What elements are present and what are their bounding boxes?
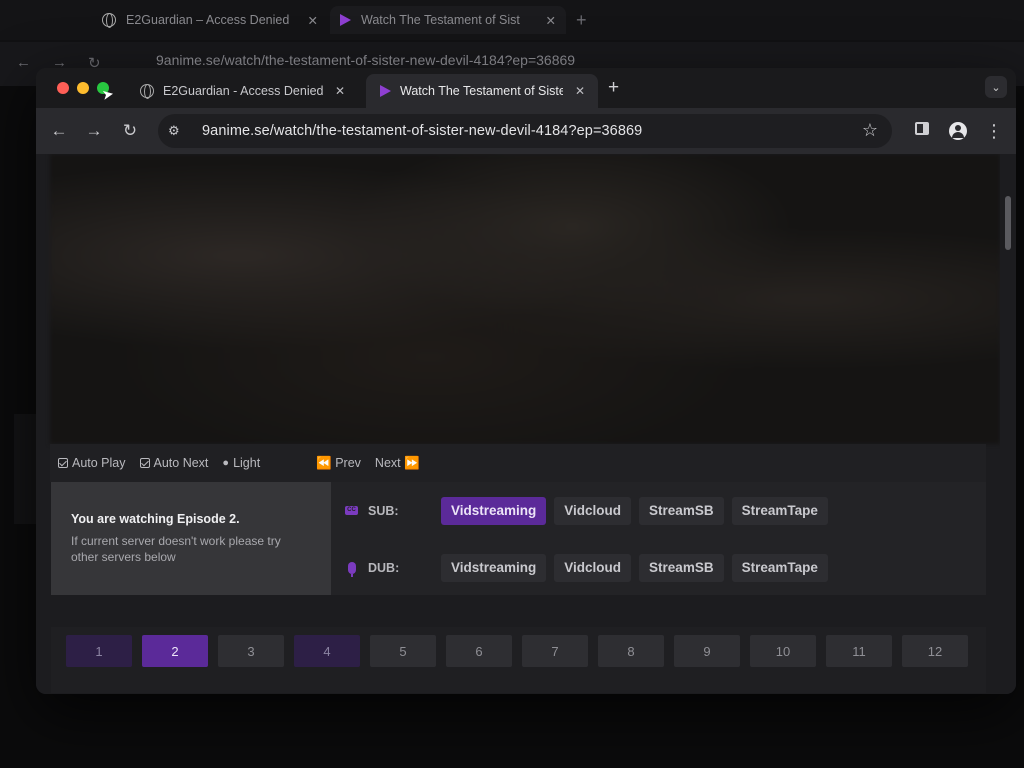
tab-strip: ➤ E2Guardian - Access Denied ✕ Watch The… [36, 68, 1016, 108]
episode-list: 1 2 3 4 5 6 7 8 9 10 11 12 [51, 627, 986, 693]
episode-button[interactable]: 2 [142, 635, 208, 667]
close-icon: ✕ [545, 13, 556, 28]
minimize-window-button[interactable] [77, 82, 89, 94]
episode-button[interactable]: 10 [750, 635, 816, 667]
globe-icon [140, 84, 154, 99]
site-settings-icon[interactable]: ⚙ [168, 123, 192, 139]
auto-play-toggle[interactable]: Auto Play [58, 456, 126, 470]
sub-server-streamsb[interactable]: StreamSB [639, 496, 724, 525]
dub-label: DUB: [345, 560, 441, 577]
tab-e2guardian[interactable]: E2Guardian - Access Denied ✕ [126, 74, 358, 108]
episode-button[interactable]: 12 [902, 635, 968, 667]
episode-button[interactable]: 3 [218, 635, 284, 667]
background-url: 9anime.se/watch/the-testament-of-sister-… [156, 52, 576, 68]
background-tab: Watch The Testament of Sist ✕ [330, 6, 566, 34]
episode-button[interactable]: 1 [66, 635, 132, 667]
sub-server-streamtape[interactable]: StreamTape [731, 496, 828, 525]
auto-next-toggle[interactable]: Auto Next [139, 456, 209, 470]
checkbox-icon [58, 458, 68, 468]
tab-search-button[interactable]: ⌄ [985, 76, 1007, 98]
mouse-cursor-icon: ➤ [100, 85, 115, 103]
dub-server-vidstreaming[interactable]: Vidstreaming [441, 553, 547, 582]
back-button[interactable]: ← [48, 120, 70, 142]
reload-button[interactable]: ↻ [119, 120, 141, 142]
dub-server-streamtape[interactable]: StreamTape [731, 553, 828, 582]
play-icon [380, 85, 391, 97]
server-panel: You are watching Episode 2. If current s… [51, 482, 986, 595]
sub-server-vidcloud[interactable]: Vidcloud [554, 496, 632, 525]
toolbar: ← → ↻ ⚙ 9anime.se/watch/the-testament-of… [36, 108, 1016, 154]
background-tab-title: Watch The Testament of Sist [361, 13, 520, 27]
prev-episode-button[interactable]: ⏪ Prev [316, 456, 361, 471]
dub-server-row: DUB: Vidstreaming Vidcloud StreamSB Stre… [345, 539, 986, 596]
background-tab-strip: E2Guardian – Access Denied ✕ Watch The T… [0, 0, 1024, 40]
tab-title: E2Guardian - Access Denied [163, 84, 323, 98]
closed-captions-icon: CC [345, 506, 358, 515]
dub-server-vidcloud[interactable]: Vidcloud [554, 553, 632, 582]
profile-icon [949, 122, 967, 140]
close-tab-icon[interactable]: ✕ [332, 84, 348, 98]
close-window-button[interactable] [57, 82, 69, 94]
sub-server-vidstreaming[interactable]: Vidstreaming [441, 496, 547, 525]
light-label: Light [233, 456, 261, 470]
scrollbar-thumb[interactable] [1005, 196, 1011, 250]
episode-button[interactable]: 7 [522, 635, 588, 667]
auto-play-label: Auto Play [72, 456, 126, 470]
background-tab: E2Guardian – Access Denied ✕ [92, 6, 328, 34]
side-panel-button[interactable] [911, 120, 933, 142]
tab-title: Watch The Testament of Siste [400, 84, 563, 98]
next-episode-button[interactable]: Next ⏩ [375, 456, 420, 471]
url-text[interactable]: 9anime.se/watch/the-testament-of-sister-… [202, 123, 642, 139]
back-arrow-icon: ← [16, 54, 31, 71]
close-icon: ✕ [307, 13, 318, 28]
plus-icon: + [576, 10, 587, 30]
auto-next-label: Auto Next [153, 456, 209, 470]
light-toggle[interactable]: ● Light [222, 456, 260, 470]
server-note: If current server doesn't work please tr… [71, 534, 281, 564]
checkbox-icon [139, 458, 150, 468]
address-bar[interactable]: ⚙ 9anime.se/watch/the-testament-of-siste… [158, 114, 892, 148]
tab-9anime[interactable]: Watch The Testament of Siste ✕ [366, 74, 598, 108]
episode-button[interactable]: 4 [294, 635, 360, 667]
episode-info: You are watching Episode 2. If current s… [51, 482, 331, 595]
side-panel-icon [915, 122, 929, 135]
microphone-icon [348, 561, 356, 577]
dub-label-text: DUB: [368, 560, 400, 575]
sub-label: CC SUB: [345, 504, 441, 518]
episode-button[interactable]: 8 [598, 635, 664, 667]
browser-menu-button[interactable]: ⋮ [983, 120, 1005, 142]
forward-button[interactable]: → [83, 120, 105, 142]
video-player[interactable] [50, 154, 1000, 444]
close-tab-icon[interactable]: ✕ [572, 84, 588, 98]
new-tab-button[interactable]: + [608, 77, 619, 99]
episode-button[interactable]: 6 [446, 635, 512, 667]
browser-window: ➤ E2Guardian - Access Denied ✕ Watch The… [36, 68, 1016, 694]
page-viewport: Auto Play Auto Next ● Light ⏪ Prev Next … [36, 154, 1016, 694]
background-tab-title: E2Guardian – Access Denied [126, 13, 290, 27]
episode-button[interactable]: 11 [826, 635, 892, 667]
sub-label-text: SUB: [368, 503, 399, 518]
bookmark-star-icon[interactable]: ☆ [862, 120, 878, 141]
profile-button[interactable] [947, 120, 969, 142]
lightbulb-icon: ● [222, 457, 230, 469]
globe-icon [102, 13, 116, 28]
episode-button[interactable]: 5 [370, 635, 436, 667]
play-icon [340, 14, 351, 26]
server-rows: CC SUB: Vidstreaming Vidcloud StreamSB S… [331, 482, 986, 595]
player-controls: Auto Play Auto Next ● Light ⏪ Prev Next … [50, 444, 986, 482]
watching-episode-title: You are watching Episode 2. [71, 512, 240, 526]
dub-server-streamsb[interactable]: StreamSB [639, 553, 724, 582]
episode-button[interactable]: 9 [674, 635, 740, 667]
sub-server-row: CC SUB: Vidstreaming Vidcloud StreamSB S… [345, 482, 986, 539]
